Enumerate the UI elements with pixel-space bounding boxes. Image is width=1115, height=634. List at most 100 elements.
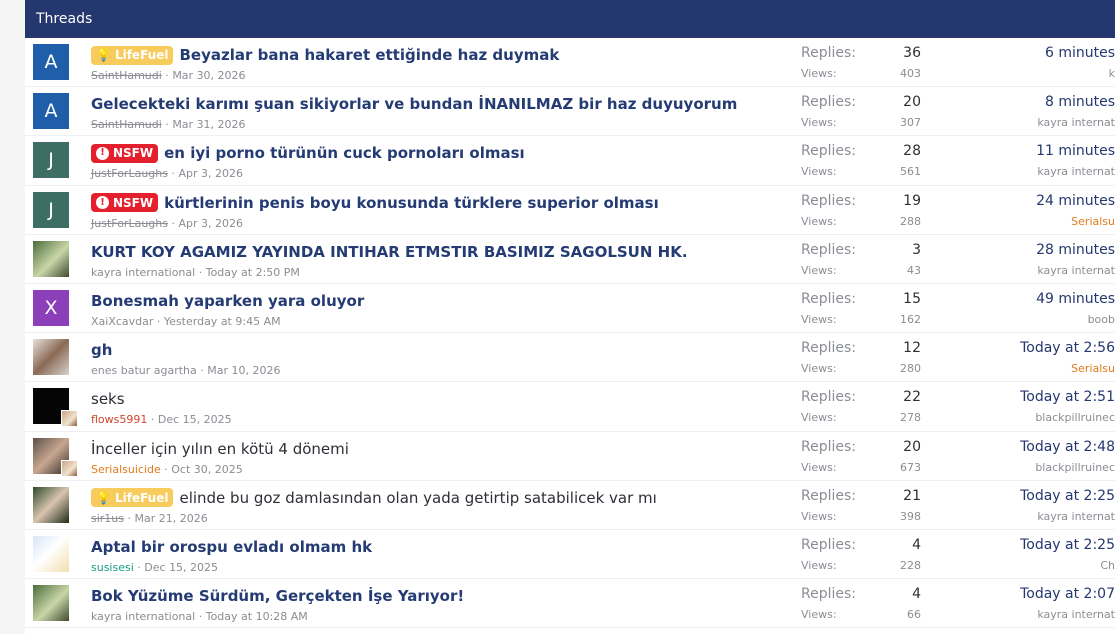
thread-row[interactable]: Bok Yüzüme Sürdüm, Gerçekten İşe Yarıyor… xyxy=(25,579,1115,629)
thread-author-link[interactable]: SaintHamudi xyxy=(91,69,162,82)
thread-start-date[interactable]: Yesterday at 9:45 AM xyxy=(164,315,281,328)
thread-start-date[interactable]: Dec 15, 2025 xyxy=(144,561,218,574)
thread-start-date[interactable]: Mar 30, 2026 xyxy=(172,69,245,82)
thread-title-line: Aptal bir orospu evladı olmam hk xyxy=(91,535,791,559)
thread-title-link[interactable]: Aptal bir orospu evladı olmam hk xyxy=(91,538,372,556)
latest-poster-link[interactable]: kayra internat xyxy=(985,510,1115,527)
latest-poster-link[interactable]: Serialsu xyxy=(985,215,1115,232)
replies-stat: Replies: 15 xyxy=(801,291,921,311)
thread-meta: sir1us · Mar 21, 2026 xyxy=(91,512,791,528)
thread-prefix-label[interactable]: 💡 LifeFuel xyxy=(91,488,174,508)
thread-row[interactable]: X Bonesmah yaparken yara oluyor XaiXcavdar… xyxy=(25,284,1115,334)
latest-post-date[interactable]: Today at 2:51 xyxy=(985,389,1115,409)
author-avatar[interactable] xyxy=(33,240,69,277)
latest-post-date[interactable]: 28 minutes xyxy=(985,242,1115,262)
replies-stat: Replies: 21 xyxy=(801,488,921,508)
latest-post-date[interactable]: Today at 2:56 xyxy=(985,340,1115,360)
latest-poster-link[interactable]: Serialsu xyxy=(985,362,1115,379)
author-avatar[interactable]: X xyxy=(33,289,69,326)
thread-author-link[interactable]: enes batur agartha xyxy=(91,364,197,377)
thread-start-date[interactable]: Dec 15, 2025 xyxy=(158,413,232,426)
thread-author-link[interactable]: JustForLaughs xyxy=(91,167,168,180)
author-avatar[interactable]: A xyxy=(33,44,69,80)
author-avatar[interactable]: J xyxy=(33,191,69,228)
thread-prefix-label[interactable]: ! NSFW xyxy=(91,143,159,163)
replies-count: 4 xyxy=(912,586,921,603)
latest-poster-link[interactable]: Ch xyxy=(985,559,1115,576)
latest-post-date[interactable]: 6 minutes xyxy=(985,45,1115,65)
thread-title-line: Bonesmah yaparken yara oluyor xyxy=(91,289,791,313)
latest-poster-link[interactable]: blackpillruinec xyxy=(985,461,1115,478)
thread-row[interactable]: İnceller için yılın en kötü 4 dönemi Seri… xyxy=(25,432,1115,481)
latest-post-date[interactable]: Today at 2:25 xyxy=(985,488,1115,508)
last-poster-mini-avatar[interactable] xyxy=(61,459,78,477)
thread-start-date[interactable]: Apr 3, 2026 xyxy=(178,167,243,180)
author-avatar[interactable] xyxy=(33,339,69,376)
meta-separator: · xyxy=(161,118,173,132)
thread-author-link[interactable]: XaiXcavdar xyxy=(91,315,153,328)
thread-title-link[interactable]: kürtlerinin penis boyu konusunda türkler… xyxy=(164,194,659,212)
author-avatar[interactable] xyxy=(33,585,69,622)
thread-author-link[interactable]: Serialsuicide xyxy=(91,463,161,476)
latest-poster-link[interactable]: k xyxy=(985,67,1115,84)
thread-row[interactable]: KURT KOY AGAMIZ YAYINDA INTIHAR ETMSTIR … xyxy=(25,235,1115,284)
thread-author-link[interactable]: SaintHamudi xyxy=(91,118,162,131)
thread-title-link[interactable]: en iyi porno türünün cuck pornoları olma… xyxy=(164,144,525,162)
thread-row[interactable]: gh enes batur agartha · Mar 10, 2026 Repli… xyxy=(25,333,1115,383)
thread-prefix-label[interactable]: 💡 LifeFuel xyxy=(91,45,174,65)
thread-row[interactable]: J ! NSFW en iyi porno türünün cuck pornolar… xyxy=(25,136,1115,186)
thread-start-date[interactable]: Today at 2:50 PM xyxy=(206,266,300,279)
latest-poster-link[interactable]: boob xyxy=(985,313,1115,330)
thread-stats: Replies: 15 Views: 162 xyxy=(801,291,921,330)
thread-title-link[interactable]: seks xyxy=(91,390,125,408)
thread-row[interactable]: J ! NSFW kürtlerinin penis boyu konusunda t… xyxy=(25,186,1115,235)
thread-list: A 💡 LifeFuel Beyazlar bana hakaret ettiğind… xyxy=(25,38,1115,629)
thread-title-link[interactable]: Beyazlar bana hakaret ettiğinde haz duym… xyxy=(179,46,559,64)
latest-post-date[interactable]: Today at 2:48 xyxy=(985,439,1115,459)
thread-start-date[interactable]: Mar 21, 2026 xyxy=(135,512,208,525)
thread-start-date[interactable]: Today at 10:28 AM xyxy=(206,610,308,623)
latest-post-date[interactable]: 8 minutes xyxy=(985,94,1115,114)
thread-title-link[interactable]: elinde bu goz damlasından olan yada geti… xyxy=(179,489,656,507)
latest-post-date[interactable]: Today at 2:07 xyxy=(985,586,1115,606)
thread-author-link[interactable]: sir1us xyxy=(91,512,124,525)
last-poster-mini-avatar[interactable] xyxy=(61,410,78,428)
latest-post-date[interactable]: 24 minutes xyxy=(985,193,1115,213)
thread-author-link[interactable]: kayra international xyxy=(91,266,195,279)
threads-header-title: Threads xyxy=(36,11,93,27)
thread-row[interactable]: seks flows5991 · Dec 15, 2025 Replies: 22 Vi… xyxy=(25,382,1115,432)
thread-title-link[interactable]: gh xyxy=(91,341,112,359)
thread-start-date[interactable]: Mar 31, 2026 xyxy=(172,118,245,131)
latest-poster-link[interactable]: kayra internat xyxy=(985,116,1115,133)
latest-poster-link[interactable]: blackpillruinec xyxy=(985,411,1115,428)
latest-post-date[interactable]: 49 minutes xyxy=(985,291,1115,311)
thread-row[interactable]: Aptal bir orospu evladı olmam hk susisesi… xyxy=(25,530,1115,580)
thread-author-link[interactable]: JustForLaughs xyxy=(91,217,168,230)
author-avatar[interactable]: A xyxy=(33,93,69,130)
thread-author-link[interactable]: kayra international xyxy=(91,610,195,623)
author-avatar[interactable] xyxy=(33,535,69,572)
thread-row[interactable]: A 💡 LifeFuel Beyazlar bana hakaret ettiğind… xyxy=(25,38,1115,88)
thread-title-link[interactable]: Gelecekteki karımı şuan sikiyorlar ve bu… xyxy=(91,95,737,113)
replies-label: Replies: xyxy=(801,586,857,603)
thread-title-link[interactable]: KURT KOY AGAMIZ YAYINDA INTIHAR ETMSTIR … xyxy=(91,243,688,261)
latest-post-date[interactable]: Today at 2:25 xyxy=(985,537,1115,557)
thread-title-link[interactable]: Bok Yüzüme Sürdüm, Gerçekten İşe Yarıyor… xyxy=(91,587,464,605)
author-avatar[interactable] xyxy=(33,486,69,523)
thread-start-date[interactable]: Mar 10, 2026 xyxy=(207,364,280,377)
thread-author-link[interactable]: susisesi xyxy=(91,561,134,574)
thread-title-link[interactable]: İnceller için yılın en kötü 4 dönemi xyxy=(91,440,349,458)
thread-start-date[interactable]: Apr 3, 2026 xyxy=(178,217,243,230)
thread-start-date[interactable]: Oct 30, 2025 xyxy=(171,463,243,476)
thread-row[interactable]: 💡 LifeFuel elinde bu goz damlasından olan … xyxy=(25,481,1115,530)
latest-poster-link[interactable]: kayra internat xyxy=(985,165,1115,182)
meta-separator: · xyxy=(195,265,206,279)
author-avatar[interactable]: J xyxy=(33,142,69,179)
thread-author-link[interactable]: flows5991 xyxy=(91,413,147,426)
thread-prefix-label[interactable]: ! NSFW xyxy=(91,193,159,213)
thread-row[interactable]: A Gelecekteki karımı şuan sikiyorlar ve b… xyxy=(25,87,1115,137)
latest-post-date[interactable]: 11 minutes xyxy=(985,143,1115,163)
thread-title-link[interactable]: Bonesmah yaparken yara oluyor xyxy=(91,292,364,310)
latest-poster-link[interactable]: kayra internat xyxy=(985,608,1115,625)
latest-poster-link[interactable]: kayra internat xyxy=(985,264,1115,281)
